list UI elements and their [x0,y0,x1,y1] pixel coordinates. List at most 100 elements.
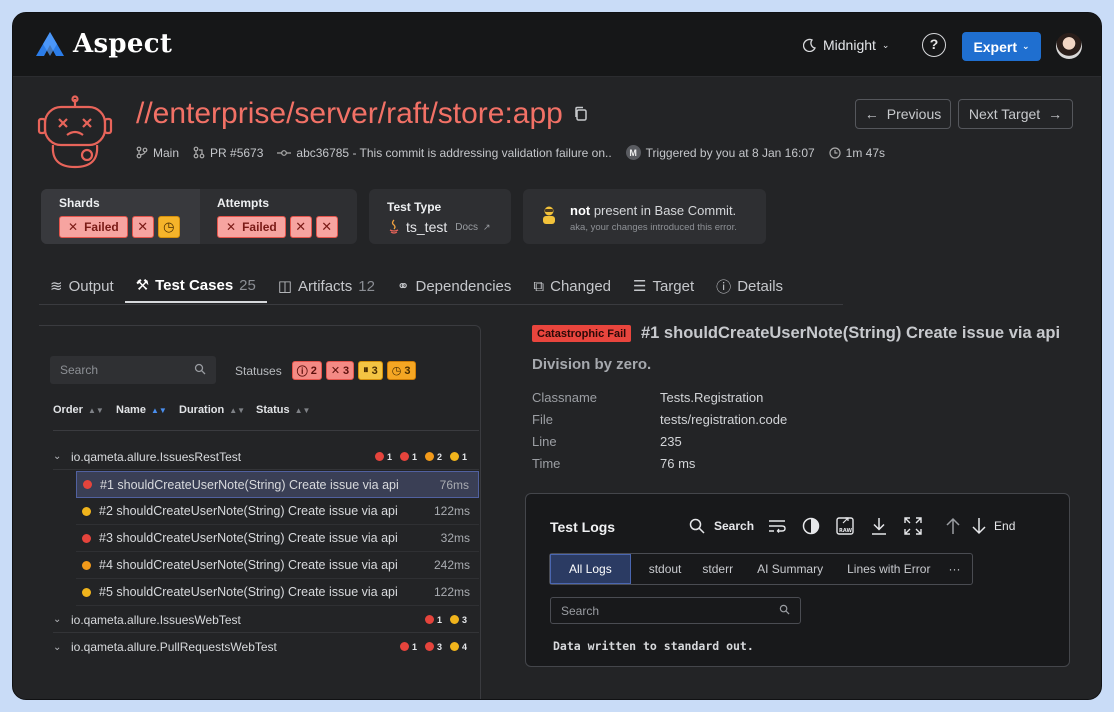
expert-mode-button[interactable]: Expert ⌄ [962,32,1041,61]
attempt-failed-icon[interactable]: ✕ [289,216,312,238]
contrast-icon[interactable] [800,515,822,537]
log-tab-all[interactable]: All Logs [550,554,631,584]
status-filter-failed[interactable]: ✕ 3 [325,361,355,380]
count: 3 [436,642,442,652]
attempt-failed-badge[interactable]: ✕ Failed [217,216,286,238]
log-tab-stderr[interactable]: stderr [694,554,747,584]
error-message: Division by zero. [532,356,652,373]
test-row[interactable]: #3 shouldCreateUserNote(String) Create i… [76,525,479,552]
test-group[interactable]: ⌄ io.qameta.allure.IssuesRestTest 1 1 2 … [53,444,479,470]
test-duration: 122ms [433,504,470,518]
search-placeholder: Search [561,604,600,618]
logs-search-button[interactable]: Search [714,519,754,533]
test-row[interactable]: #5 shouldCreateUserNote(String) Create i… [76,579,479,606]
docs-link[interactable]: Docs [455,222,478,233]
attempts-group: Attempts ✕ Failed ✕ ✕ [217,196,338,238]
tab-label: Artifacts [298,277,353,295]
column-status[interactable]: Status ▲▼ [256,404,310,416]
status-filter-paused[interactable]: ⏸ 3 [358,361,383,380]
chevron-down-icon: ⌄ [1022,41,1030,51]
commit-info[interactable]: abc36785 - This commit is addressing val… [277,146,612,160]
arrow-right-icon: → [1048,106,1063,122]
status-dot-icon [82,587,91,597]
timeout-dot-icon [449,451,459,461]
test-group[interactable]: ⌄ io.qameta.allure.IssuesWebTest 1 3 [53,607,479,633]
tab-label: Test Cases [155,276,234,294]
scroll-end-button[interactable]: End [994,519,1015,533]
arrow-up-icon[interactable] [942,515,964,537]
log-search-input[interactable]: Search [550,597,801,624]
sort-icon: ▲▼ [87,405,104,415]
test-search-input[interactable]: Search [50,356,216,384]
tab-dependencies[interactable]: ⚭ Dependencies [386,269,522,303]
aspect-logo[interactable]: Aspect [35,29,172,59]
theme-label: Midnight [823,37,876,53]
chevron-down-icon: ⌄ [881,39,890,50]
arrow-down-icon[interactable] [968,515,990,537]
raw-view-icon[interactable]: RAW [834,515,856,537]
list-icon: ☰ [633,278,647,295]
test-row[interactable]: #2 shouldCreateUserNote(String) Create i… [76,498,479,525]
field-value: 235 [660,434,682,449]
column-label: Status [256,404,290,416]
theme-selector[interactable]: Midnight ⌄ [803,37,889,53]
branch-info[interactable]: Main [136,146,179,160]
java-icon [389,219,399,234]
log-tab-more[interactable]: ··· [944,554,972,584]
duration-info: 1m 47s [829,146,885,160]
test-row[interactable]: #1 shouldCreateUserNote(String) Create i… [76,471,479,498]
pr-info[interactable]: PR #5673 [193,146,263,160]
timeout-icon: ◷ [391,365,402,377]
tab-details[interactable]: ⓘ Details [705,269,794,303]
timeout-dot-icon [449,614,459,624]
log-tab-errors[interactable]: Lines with Error [837,554,944,584]
svg-text:RAW: RAW [839,528,852,534]
fullscreen-icon[interactable] [902,515,924,537]
sort-icon: ▲▼ [150,405,167,415]
help-button[interactable]: ? [922,33,946,57]
column-order[interactable]: Order ▲▼ [53,404,116,416]
user-avatar[interactable] [1056,33,1082,59]
tab-target[interactable]: ☰ Target [622,269,705,303]
count: 2 [436,451,442,462]
status-filter-timeout[interactable]: ◷ 3 [386,361,416,380]
log-tab-stdout[interactable]: stdout [631,554,695,584]
shard-timeout-icon[interactable]: ◷ [157,216,180,238]
status-dot-icon [82,560,91,570]
next-target-button[interactable]: Next Target → [958,99,1073,129]
download-icon[interactable] [868,515,890,537]
test-group[interactable]: ⌄ io.qameta.allure.PullRequestsWebTest 1… [53,634,479,660]
failed-dot-icon [399,451,409,461]
flask-icon: ⚒ [135,277,150,294]
previous-button[interactable]: ← Previous [855,99,951,129]
log-tab-ai-summary[interactable]: AI Summary [747,554,837,584]
group-counts: 1 3 [424,614,467,625]
wrap-lines-icon[interactable] [766,515,788,537]
column-name[interactable]: Name ▲▼ [116,404,179,416]
target-title-text: //enterprise/server/raft/store:app [136,97,563,130]
test-name: #5 shouldCreateUserNote(String) Create i… [99,585,398,599]
test-duration: 122ms [433,585,470,599]
status-filter-error[interactable]: ⓘ 2 [291,361,322,380]
tab-count: 12 [358,277,375,295]
base-strong: not [570,203,591,218]
attempt-failed-icon[interactable]: ✕ [315,216,338,238]
detail-classname: Classname Tests.Registration [532,390,763,405]
arrow-left-icon: ← [864,106,879,122]
column-duration[interactable]: Duration ▲▼ [179,404,256,416]
tab-artifacts[interactable]: ◫ Artifacts 12 [267,269,386,303]
shard-failed-icon[interactable]: ✕ [131,216,154,238]
tab-test-cases[interactable]: ⚒ Test Cases 25 [124,269,267,303]
user-initial-badge: M [625,145,641,160]
count: 1 [386,451,392,462]
tab-output[interactable]: ≋ Output [39,269,125,303]
status-count: 3 [343,364,350,377]
field-value: Tests.Registration [660,390,764,405]
timeout-dot-icon [449,642,459,651]
logs-title: Test Logs [550,519,616,535]
test-row[interactable]: #4 shouldCreateUserNote(String) Create i… [76,552,479,579]
copy-icon[interactable] [573,106,589,122]
tab-changed[interactable]: ⧉ Changed [522,269,622,303]
shard-failed-badge[interactable]: ✕ Failed [59,216,128,238]
search-icon[interactable] [686,515,708,537]
